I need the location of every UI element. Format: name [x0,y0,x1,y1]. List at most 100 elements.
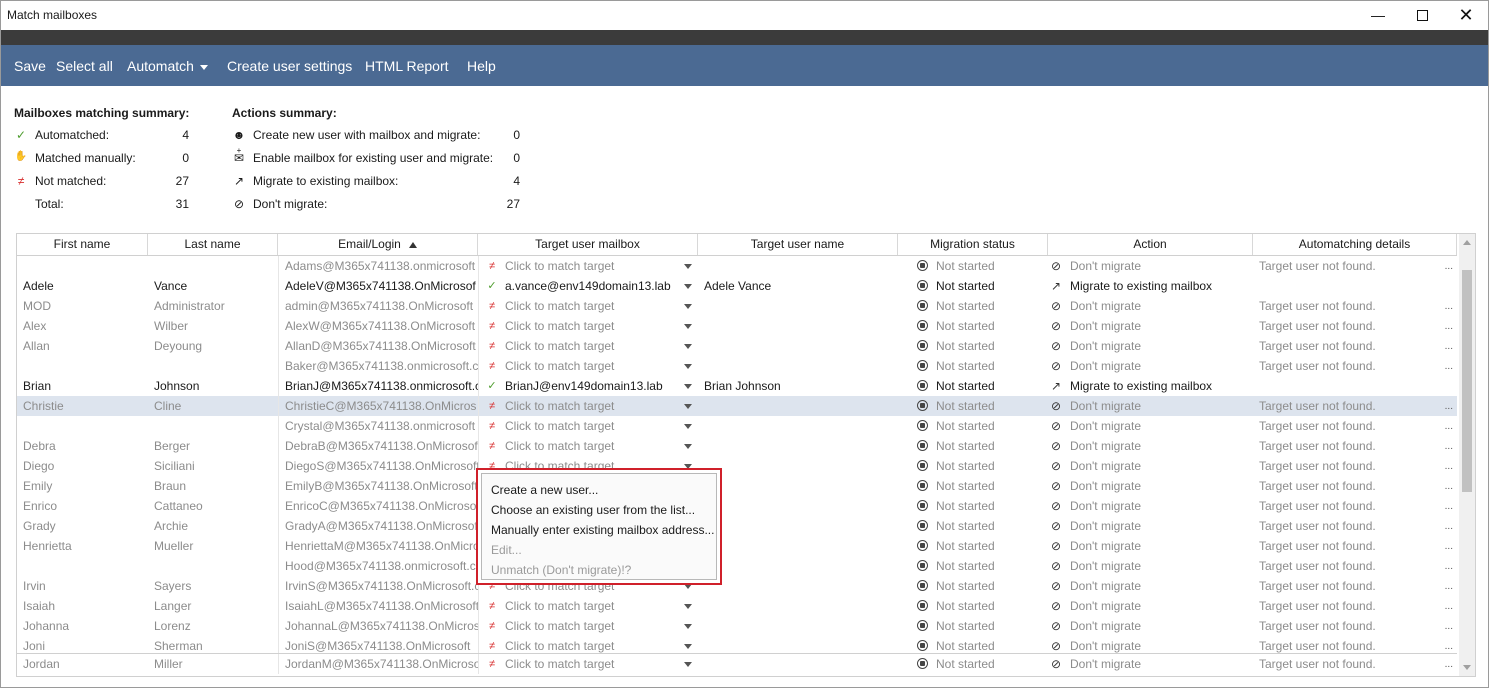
cell-target-mailbox[interactable]: ≠ Click to match target [478,296,698,316]
table-row[interactable]: Emily Braun EmilyB@M365x741138.OnMicrosoft… [17,476,1457,496]
more-icon[interactable]: ... [1445,417,1453,436]
chevron-down-icon[interactable] [684,264,692,269]
close-button[interactable]: ✕ [1444,3,1488,27]
table-row[interactable]: Crystal@M365x741138.onmicrosoft ≠ Click to… [17,416,1457,436]
column-header-email[interactable]: Email/Login [278,234,478,255]
table-row[interactable]: Alex Wilber AlexW@M365x741138.OnMicrosoft ≠… [17,316,1457,336]
minimize-button[interactable]: — [1356,3,1400,27]
vertical-scrollbar[interactable] [1459,234,1475,676]
cell-target-mailbox[interactable]: ≠ Click to match target [478,436,698,456]
scroll-down-icon[interactable] [1463,665,1471,670]
table-row[interactable]: Irvin Sayers IrvinS@M365x741138.OnMicrosof… [17,576,1457,596]
cell-target-mailbox[interactable]: ≠ Click to match target [478,616,698,636]
column-header-target-mailbox[interactable]: Target user mailbox [478,234,698,255]
more-icon[interactable]: ... [1445,497,1453,516]
chevron-down-icon[interactable] [684,284,692,289]
cell-action[interactable]: ⊘ Don't migrate [1048,654,1253,674]
cell-action[interactable]: ⊘ Don't migrate [1048,436,1253,456]
maximize-button[interactable] [1400,3,1444,27]
cell-target-mailbox[interactable]: ≠ Click to match target [478,316,698,336]
table-row[interactable]: Adams@M365x741138.onmicrosoft ≠ Click to m… [17,256,1457,276]
grid-footer-row[interactable]: Jordan Miller JordanM@M365x741138.OnMicr… [17,653,1457,674]
table-row[interactable]: Johanna Lorenz JohannaL@M365x741138.OnMicr… [17,616,1457,636]
chevron-down-icon[interactable] [684,324,692,329]
column-header-action[interactable]: Action [1048,234,1253,255]
scrollbar-thumb[interactable] [1462,270,1472,492]
cell-target-mailbox[interactable]: ≠ Click to match target [478,416,698,436]
cell-action[interactable]: ⊘ Don't migrate [1048,536,1253,556]
column-header-first-name[interactable]: First name [17,234,148,255]
cell-action[interactable]: ⊘ Don't migrate [1048,456,1253,476]
cell-action[interactable]: ⊘ Don't migrate [1048,576,1253,596]
table-row[interactable]: Henrietta Mueller HenriettaM@M365x741138.O… [17,536,1457,556]
table-row[interactable]: Hood@M365x741138.onmicrosoft.c≠Click to … [17,556,1457,576]
cell-action[interactable]: ⊘ Don't migrate [1048,616,1253,636]
more-icon[interactable]: ... [1445,477,1453,496]
cell-action[interactable]: ⊘ Don't migrate [1048,396,1253,416]
chevron-down-icon[interactable] [684,304,692,309]
save-button[interactable]: Save [14,58,46,74]
column-header-migration-status[interactable]: Migration status [898,234,1048,255]
column-header-last-name[interactable]: Last name [148,234,278,255]
more-icon[interactable]: ... [1445,517,1453,536]
more-icon[interactable]: ... [1445,617,1453,636]
cell-target-mailbox[interactable]: ≠ Click to match target [478,654,698,674]
scroll-up-icon[interactable] [1463,240,1471,245]
cell-target-mailbox[interactable]: ✓ BrianJ@env149domain13.lab [478,376,698,396]
cell-target-mailbox[interactable]: ≠ Click to match target [478,396,698,416]
cell-action[interactable]: ⊘ Don't migrate [1048,356,1253,376]
cell-action[interactable]: ↗ Migrate to existing mailbox [1048,276,1253,296]
chevron-down-icon[interactable] [684,364,692,369]
more-icon[interactable]: ... [1445,337,1453,356]
html-report-button[interactable]: HTML Report [365,58,449,74]
automatch-dropdown[interactable]: Automatch [127,58,208,74]
help-button[interactable]: Help [467,58,496,74]
chevron-down-icon[interactable] [684,384,692,389]
chevron-down-icon[interactable] [684,444,692,449]
chevron-down-icon[interactable] [684,404,692,409]
more-icon[interactable]: ... [1445,257,1453,276]
menu-item-choose-existing-user[interactable]: Choose an existing user from the list... [491,500,695,520]
select-all-button[interactable]: Select all [56,58,113,74]
table-row[interactable]: Grady Archie GradyA@M365x741138.OnMicrosof… [17,516,1457,536]
table-row[interactable]: Debra Berger DebraB@M365x741138.OnMicrosof… [17,436,1457,456]
more-icon[interactable]: ... [1445,397,1453,416]
chevron-down-icon[interactable] [684,624,692,629]
cell-target-mailbox[interactable]: ≠ Click to match target [478,596,698,616]
more-icon[interactable]: ... [1445,577,1453,596]
cell-action[interactable]: ⊘ Don't migrate [1048,556,1253,576]
more-icon[interactable]: ... [1445,557,1453,576]
table-row[interactable]: Allan Deyoung AllanD@M365x741138.OnMicroso… [17,336,1457,356]
chevron-down-icon[interactable] [684,344,692,349]
table-row[interactable]: Brian Johnson BrianJ@M365x741138.onmicroso… [17,376,1457,396]
cell-target-mailbox[interactable]: ≠ Click to match target [478,336,698,356]
more-icon[interactable]: ... [1445,317,1453,336]
chevron-down-icon[interactable] [684,662,692,667]
chevron-down-icon[interactable] [684,604,692,609]
table-row[interactable]: Isaiah Langer IsaiahL@M365x741138.OnMicros… [17,596,1457,616]
table-row[interactable]: Enrico Cattaneo EnricoC@M365x741138.OnMicr… [17,496,1457,516]
cell-target-mailbox[interactable]: ≠ Click to match target [478,256,698,276]
cell-action[interactable]: ⊘ Don't migrate [1048,516,1253,536]
menu-item-create-new-user[interactable]: Create a new user... [491,480,598,500]
cell-target-mailbox[interactable]: ≠ Click to match target [478,356,698,376]
cell-action[interactable]: ⊘ Don't migrate [1048,416,1253,436]
more-icon[interactable]: ... [1445,597,1453,616]
table-row[interactable]: Adele Vance AdeleV@M365x741138.OnMicrosof ✓… [17,276,1457,296]
cell-target-mailbox[interactable]: ✓ a.vance@env149domain13.lab [478,276,698,296]
table-row[interactable]: MOD Administrator admin@M365x741138.OnMicr… [17,296,1457,316]
more-icon[interactable]: ... [1445,297,1453,316]
create-user-settings-button[interactable]: Create user settings [227,58,352,74]
cell-action[interactable]: ↗ Migrate to existing mailbox [1048,376,1253,396]
more-icon[interactable]: ... [1445,357,1453,376]
more-icon[interactable]: ... [1445,655,1453,674]
chevron-down-icon[interactable] [684,424,692,429]
more-icon[interactable]: ... [1445,437,1453,456]
more-icon[interactable]: ... [1445,457,1453,476]
column-header-target-name[interactable]: Target user name [698,234,898,255]
cell-action[interactable]: ⊘ Don't migrate [1048,476,1253,496]
cell-action[interactable]: ⊘ Don't migrate [1048,596,1253,616]
cell-action[interactable]: ⊘ Don't migrate [1048,296,1253,316]
menu-item-enter-mailbox-address[interactable]: Manually enter existing mailbox address.… [491,520,714,540]
table-row[interactable]: Christie Cline ChristieC@M365x741138.OnMic… [17,396,1457,416]
